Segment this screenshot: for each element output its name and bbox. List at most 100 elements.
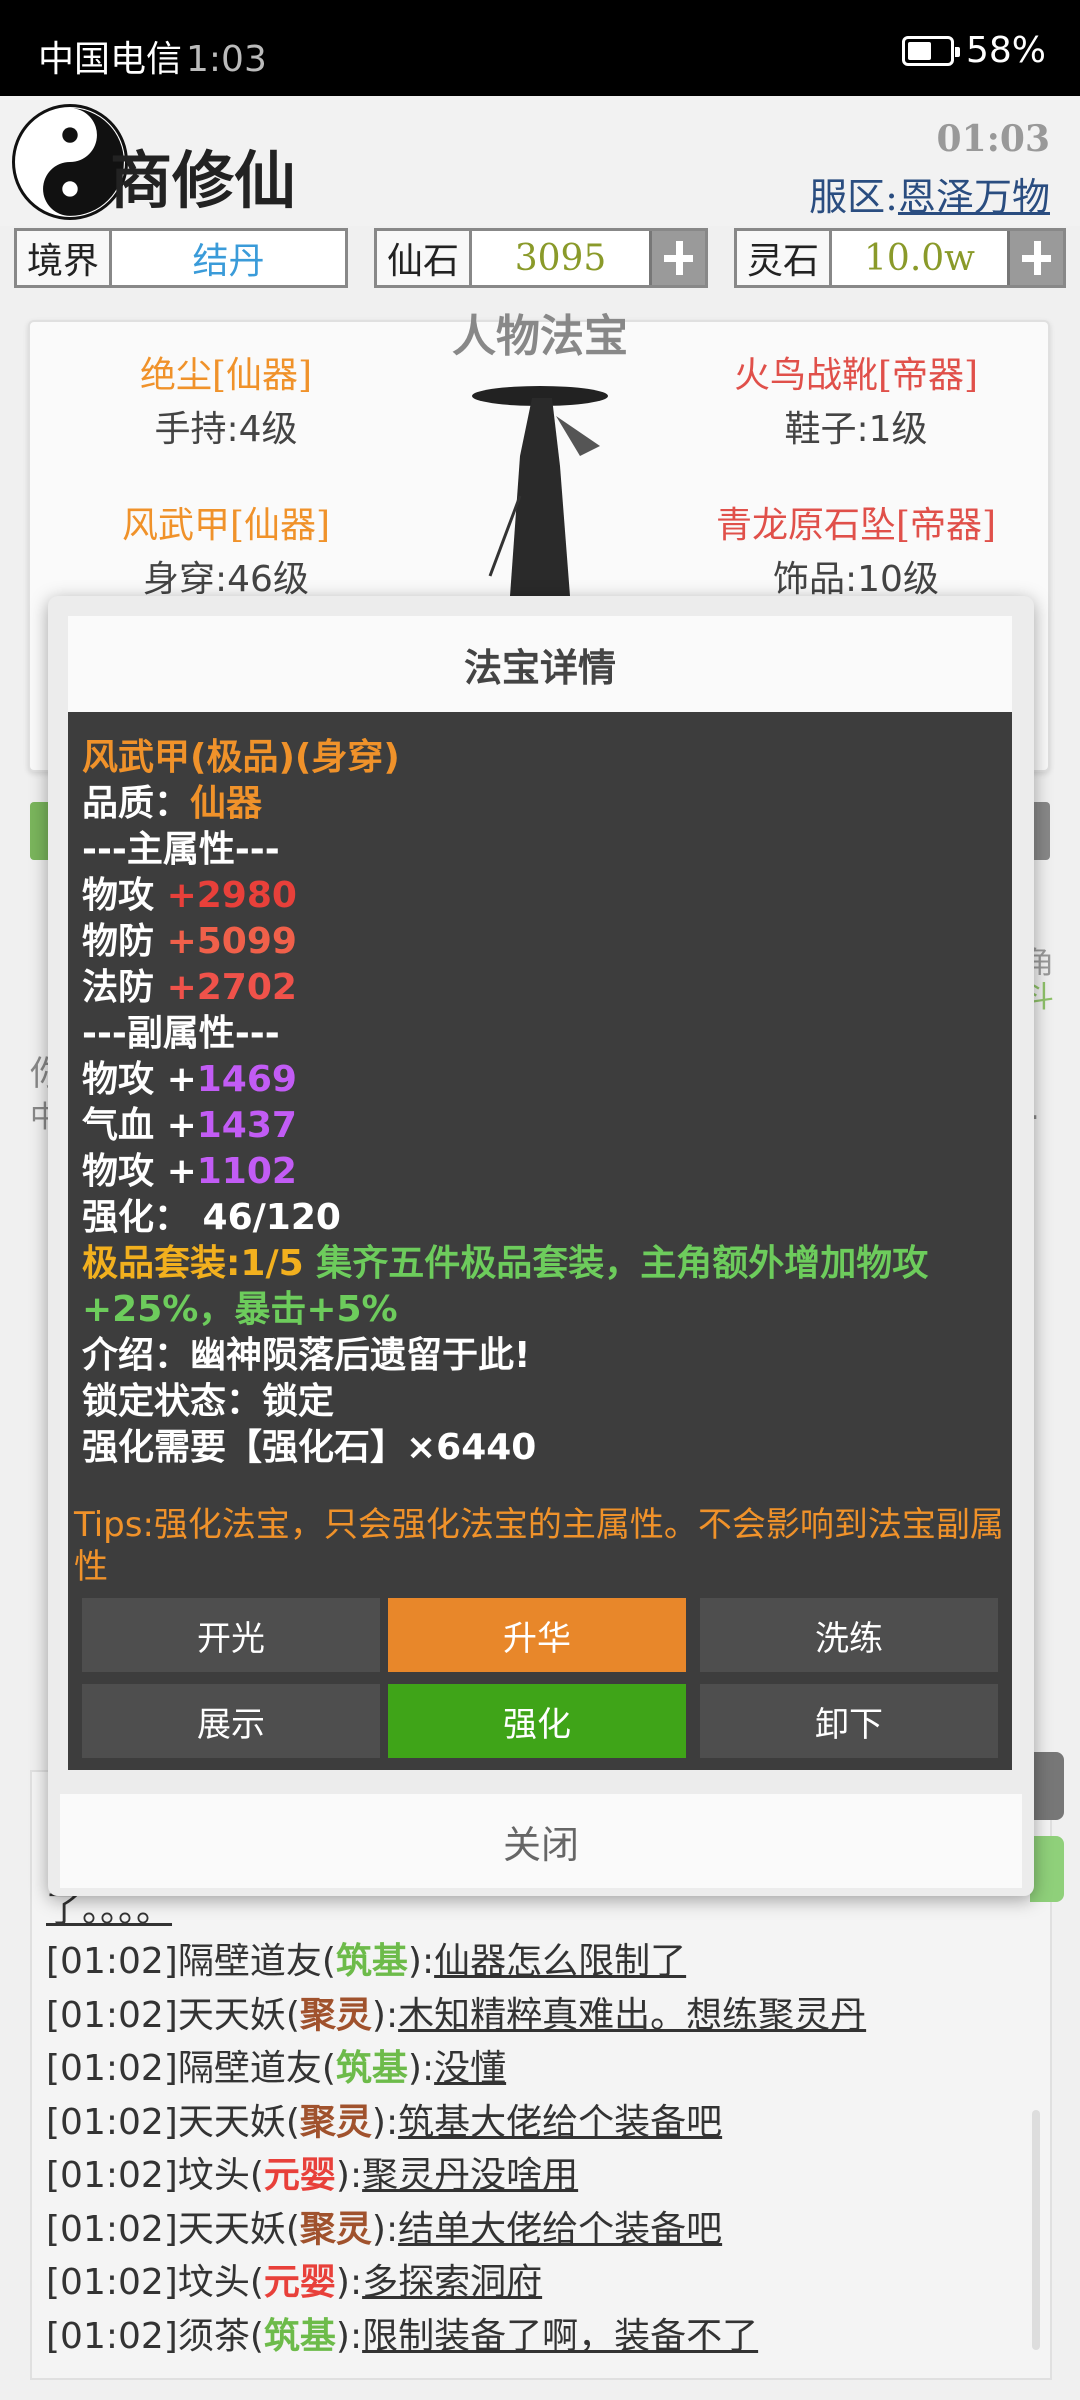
chat-message[interactable]: [01:02]坟头(元婴):聚灵丹没啥用 bbox=[46, 2146, 578, 2198]
close-button[interactable]: 关闭 bbox=[60, 1794, 1022, 1888]
equip-weapon-slot: 手持:4级 bbox=[154, 409, 298, 450]
game-title: 商修仙 bbox=[110, 144, 297, 217]
chat-user: 天天妖 bbox=[177, 1994, 286, 2036]
quality-value: 仙器 bbox=[190, 783, 263, 824]
chat-rank: 聚灵 bbox=[299, 1994, 372, 2036]
chat-text[interactable]: 仙器怎么限制了 bbox=[434, 1941, 686, 1982]
main-attr-name: 法防 bbox=[82, 967, 155, 1008]
chat-paren-close: ): bbox=[335, 2262, 363, 2303]
server-info[interactable]: 服区:恩泽万物 bbox=[809, 166, 1050, 221]
chat-time: [01:02] bbox=[46, 2155, 178, 2196]
chat-paren-close: ): bbox=[335, 2155, 363, 2196]
chat-message[interactable]: [01:02]天天妖(聚灵):木知精粹真难出。想练聚灵丹 bbox=[46, 1986, 866, 2038]
immortal-stone-field: 仙石 3095 bbox=[374, 228, 708, 288]
chat-text[interactable]: 没懂 bbox=[434, 2048, 506, 2089]
lock-status: 锁定状态：锁定 bbox=[82, 1381, 335, 1422]
server-label: 服区: bbox=[809, 175, 898, 219]
chat-rank: 筑基 bbox=[335, 1941, 408, 1982]
add-immortal-stone-icon[interactable] bbox=[649, 231, 705, 285]
chat-time: [01:02] bbox=[46, 2048, 178, 2089]
chat-paren-open: ( bbox=[285, 2101, 300, 2143]
chat-paren-open: ( bbox=[249, 2315, 264, 2357]
chat-paren-open: ( bbox=[249, 2155, 264, 2196]
chat-user: 须茶 bbox=[177, 2315, 250, 2357]
equip-pendant-name[interactable]: 青龙原石坠[帝器] bbox=[676, 496, 1036, 548]
chat-paren-open: ( bbox=[285, 1994, 300, 2036]
refine-button[interactable]: 洗练 bbox=[700, 1598, 998, 1672]
add-spirit-stone-icon[interactable] bbox=[1007, 231, 1063, 285]
chat-paren-close: ): bbox=[371, 1994, 399, 2036]
chat-message[interactable]: [01:02]隔壁道友(筑基):没懂 bbox=[46, 2039, 506, 2091]
chat-user: 坟头 bbox=[177, 2262, 250, 2303]
main-attr-value: +5099 bbox=[166, 921, 297, 962]
immortal-stone-label: 仙石 bbox=[377, 231, 473, 285]
main-attr-row: 法防 +2702 bbox=[82, 958, 297, 1010]
chat-paren-open: ( bbox=[321, 2048, 336, 2089]
consecrate-button[interactable]: 开光 bbox=[82, 1598, 380, 1672]
chat-text[interactable]: 木知精粹真难出。想练聚灵丹 bbox=[398, 1995, 866, 2036]
chat-text[interactable]: 筑基大佬给个装备吧 bbox=[398, 2102, 722, 2143]
chat-message[interactable]: [01:02]隔壁道友(筑基):仙器怎么限制了 bbox=[46, 1932, 686, 1984]
status-time: 1:03 bbox=[186, 39, 267, 80]
sub-attr-value: 1102 bbox=[196, 1151, 297, 1192]
main-attr-row: 物攻 +2980 bbox=[82, 866, 297, 918]
battery-percent: 58% bbox=[965, 30, 1046, 71]
equip-boots-slot: 鞋子:1级 bbox=[784, 409, 928, 450]
main-attr-row: 物防 +5099 bbox=[82, 912, 297, 964]
chat-message[interactable]: [01:02]坟头(元婴):多探索洞府 bbox=[46, 2253, 542, 2305]
chat-rank: 筑基 bbox=[335, 2048, 408, 2089]
chat-message[interactable]: [01:02]天天妖(聚灵):筑基大佬给个装备吧 bbox=[46, 2093, 722, 2145]
quality-line: 品质：仙器 bbox=[82, 774, 262, 826]
sub-attr-name: 物攻 bbox=[82, 1151, 155, 1192]
chat-time: [01:02] bbox=[46, 1941, 178, 1982]
set-bonus-desc: 集齐五件极品套装，主角额外增加物攻 bbox=[316, 1243, 929, 1284]
sub-attr-name: 气血 bbox=[82, 1105, 155, 1146]
chat-paren-open: ( bbox=[249, 2262, 264, 2303]
set-bonus-label: 极品套装:1/5 bbox=[82, 1243, 304, 1284]
main-attr-header: ---主属性--- bbox=[82, 829, 280, 870]
enhance-button[interactable]: 强化 bbox=[388, 1684, 686, 1758]
chat-time: [01:02] bbox=[46, 2208, 178, 2250]
main-attr-name: 物攻 bbox=[82, 875, 155, 916]
chat-text[interactable]: 限制装备了啊，装备不了 bbox=[362, 2316, 758, 2357]
chat-time: [01:02] bbox=[46, 2101, 178, 2143]
chat-text[interactable]: 结单大佬给个装备吧 bbox=[398, 2209, 722, 2250]
enhance-level: 强化： 46/120 bbox=[82, 1197, 341, 1238]
equip-boots-name[interactable]: 火鸟战靴[帝器] bbox=[676, 346, 1036, 398]
chat-text[interactable]: 多探索洞府 bbox=[362, 2262, 542, 2303]
chat-rank: 筑基 bbox=[263, 2315, 336, 2357]
item-name: 风武甲(极品)(身穿) bbox=[82, 737, 400, 778]
display-button[interactable]: 展示 bbox=[82, 1684, 380, 1758]
equip-weapon-name[interactable]: 绝尘[仙器] bbox=[46, 346, 406, 398]
chat-message[interactable]: [01:02]须茶(筑基):限制装备了啊，装备不了 bbox=[46, 2307, 758, 2359]
tips-text: Tips:强化法宝，只会强化法宝的主属性。不会影响到法宝副属性 bbox=[74, 1505, 1004, 1587]
chat-time: [01:02] bbox=[46, 2315, 178, 2357]
chat-user: 天天妖 bbox=[177, 2208, 286, 2250]
realm-label: 境界 bbox=[17, 231, 113, 285]
sub-attr-row: 物攻 +1102 bbox=[82, 1142, 297, 1194]
status-bar: 中国电信 1:03 58% bbox=[0, 0, 1080, 96]
sub-attr-plus: + bbox=[166, 1151, 197, 1192]
chat-paren-close: ): bbox=[407, 2048, 435, 2089]
chat-text[interactable]: 聚灵丹没啥用 bbox=[362, 2155, 578, 2196]
server-name-link[interactable]: 恩泽万物 bbox=[898, 175, 1050, 219]
sub-attr-plus: + bbox=[166, 1105, 197, 1146]
side-tab-green[interactable] bbox=[1030, 1836, 1064, 1902]
sub-attr-value: 1469 bbox=[196, 1059, 297, 1100]
chat-time: [01:02] bbox=[46, 2262, 178, 2303]
sublimate-button[interactable]: 升华 bbox=[388, 1598, 686, 1672]
carrier-label: 中国电信 bbox=[38, 39, 183, 80]
equip-armor-name[interactable]: 风武甲[仙器] bbox=[46, 496, 406, 548]
chat-scrollbar[interactable] bbox=[1032, 2110, 1040, 2350]
chat-rank: 元婴 bbox=[263, 2155, 336, 2196]
battery-icon bbox=[901, 35, 960, 66]
side-tab-gray[interactable] bbox=[1030, 1752, 1064, 1820]
unequip-button[interactable]: 卸下 bbox=[700, 1684, 998, 1758]
realm-value: 结丹 bbox=[192, 241, 265, 282]
realm-field: 境界 结丹 bbox=[14, 228, 348, 288]
set-bonus-desc-2: +25%，暴击+5% bbox=[82, 1289, 398, 1330]
chat-message[interactable]: [01:02]天天妖(聚灵):结单大佬给个装备吧 bbox=[46, 2200, 722, 2252]
battery-area: 58% bbox=[901, 30, 1046, 71]
chat-rank: 元婴 bbox=[263, 2262, 336, 2303]
spirit-stone-field: 灵石 10.0w bbox=[734, 228, 1066, 288]
